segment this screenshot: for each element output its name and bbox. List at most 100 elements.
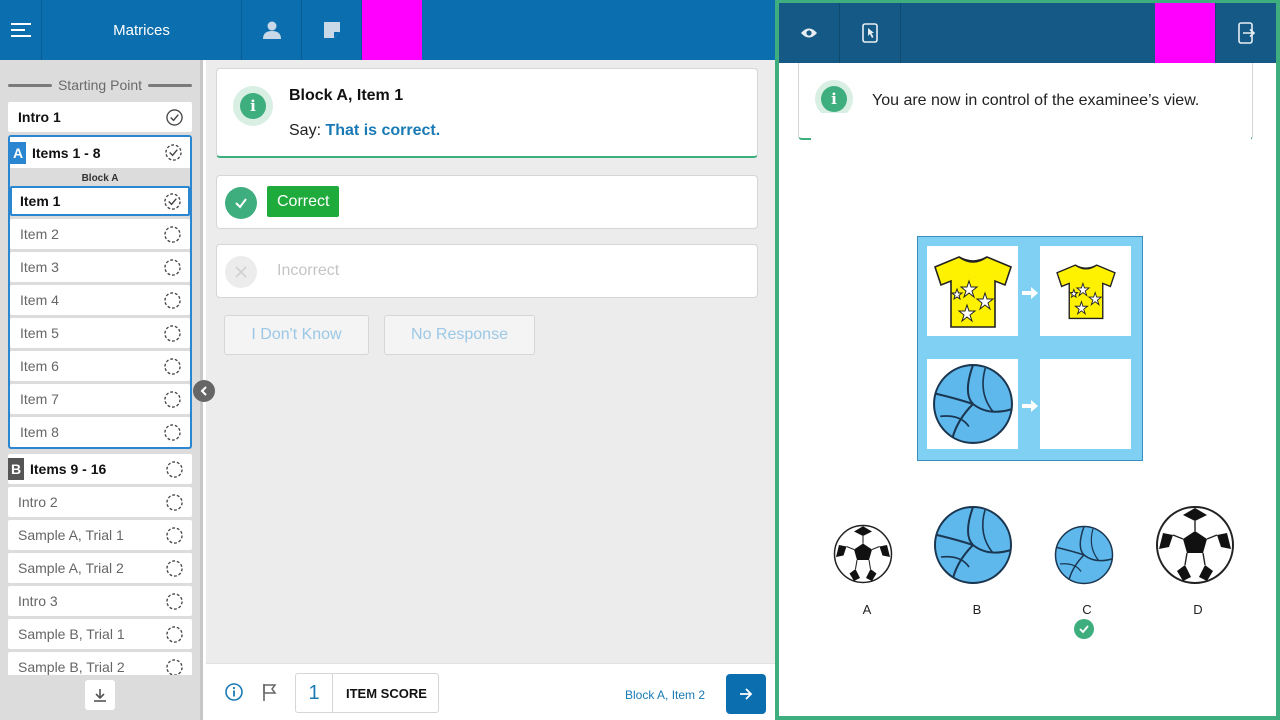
control-notice: i You are now in control of the examinee…: [798, 63, 1253, 141]
sidebar-item-label: Sample B, Trial 2: [18, 659, 125, 675]
block-a-letter: A: [10, 141, 26, 164]
small-star-shirt-image: [1055, 264, 1116, 320]
scoring-footer: 1 ITEM SCORE Block A, Item 2: [206, 663, 775, 720]
say-prefix: Say:: [289, 122, 322, 139]
sidebar-item-intro-1[interactable]: Intro 1: [8, 102, 192, 132]
starting-point-label: Starting Point: [57, 77, 143, 93]
sidebar-item[interactable]: Sample A, Trial 1: [8, 520, 192, 550]
flag-icon[interactable]: [260, 682, 280, 702]
sidebar-item-block-a[interactable]: Item 1: [10, 186, 190, 216]
download-icon: [94, 689, 106, 702]
block-a-header[interactable]: A Items 1 - 8: [10, 137, 190, 168]
item-sidebar: Starting Point Intro 1 A Items 1 - 8 Blo…: [0, 60, 203, 720]
option-b-label: B: [972, 602, 982, 617]
instruction-title: Block A, Item 1: [289, 87, 404, 104]
correct-check-icon: [225, 187, 257, 219]
matrix-cell-answer-blank: [1040, 359, 1131, 449]
dont-know-button[interactable]: I Don't Know: [224, 315, 369, 355]
not-started-icon: [164, 391, 181, 408]
not-started-icon: [166, 560, 183, 577]
download-button[interactable]: [85, 680, 115, 710]
large-star-shirt-image: [933, 256, 1012, 328]
block-b-header[interactable]: B Items 9 - 16: [8, 454, 192, 484]
arrow-right-icon: [740, 688, 753, 700]
incorrect-button[interactable]: Incorrect: [277, 262, 339, 280]
matrix-cell-volleyball: [927, 359, 1018, 449]
sidebar-item-block-a[interactable]: Item 2: [10, 219, 190, 249]
examinee-toolbar: [779, 3, 1276, 63]
collapse-sidebar-button[interactable]: [193, 380, 215, 402]
sidebar-item-label: Item 2: [20, 226, 59, 242]
item-score-value[interactable]: 1: [296, 674, 333, 712]
block-b-letter: B: [8, 458, 24, 480]
starting-point-divider: Starting Point: [8, 60, 192, 102]
arrow-right-icon: [1022, 287, 1038, 299]
option-d-label: D: [1193, 602, 1203, 617]
option-b[interactable]: [933, 505, 1013, 590]
correct-button[interactable]: Correct: [267, 186, 340, 217]
option-c[interactable]: [1054, 525, 1114, 590]
block-a-label: Items 1 - 8: [32, 144, 101, 161]
option-d[interactable]: [1155, 505, 1235, 590]
not-started-icon: [166, 527, 183, 544]
view-toggle-button[interactable]: [779, 3, 840, 63]
sidebar-item[interactable]: Sample B, Trial 1: [8, 619, 192, 649]
chevron-left-icon: [200, 386, 207, 396]
arrow-right-icon: [1022, 400, 1038, 412]
sidebar-item-label: Sample A, Trial 2: [18, 560, 124, 576]
sidebar-item-label: Item 6: [20, 358, 59, 374]
not-started-icon: [166, 461, 183, 478]
menu-button[interactable]: [0, 0, 42, 60]
control-notice-text: You are now in control of the examinee’s…: [872, 92, 1200, 109]
not-started-icon: [164, 424, 181, 441]
in-progress-icon: [165, 144, 182, 161]
option-a[interactable]: [833, 524, 893, 589]
option-a-label: A: [862, 602, 872, 617]
sidebar-item[interactable]: Intro 2: [8, 487, 192, 517]
sidebar-item-label: Sample A, Trial 1: [18, 527, 124, 543]
notes-button[interactable]: [302, 0, 362, 60]
sidebar-item-block-a[interactable]: Item 6: [10, 351, 190, 381]
examinee-info-button[interactable]: [242, 0, 302, 60]
remaining-items: Intro 2 Sample A, Trial 1 Sample A, Trial …: [8, 487, 192, 675]
not-started-icon: [164, 358, 181, 375]
tablet-pointer-icon: [862, 23, 878, 43]
sidebar-item-block-a[interactable]: Item 8: [10, 417, 190, 447]
sidebar-item-block-a[interactable]: Item 4: [10, 285, 190, 315]
selected-answer-check-icon: [1074, 619, 1094, 639]
sidebar-item-block-a[interactable]: Item 7: [10, 384, 190, 414]
control-toggle-button[interactable]: [840, 3, 901, 63]
not-started-icon: [166, 626, 183, 643]
large-soccer-ball-image: [1156, 506, 1234, 584]
next-item-label: Block A, Item 2: [625, 688, 706, 702]
person-icon: [262, 21, 281, 39]
not-started-icon: [164, 259, 181, 276]
sidebar-item-block-a[interactable]: Item 3: [10, 252, 190, 282]
matrix-cell-small-shirt: [1040, 246, 1131, 336]
sidebar-item-label: Item 8: [20, 424, 59, 440]
sidebar-item-label: Intro 2: [18, 494, 58, 510]
not-started-icon: [166, 494, 183, 511]
eye-icon: [801, 28, 817, 38]
incorrect-response-row[interactable]: Incorrect: [216, 244, 758, 298]
sidebar-item-label: Item 4: [20, 292, 59, 308]
info-circle-icon[interactable]: [224, 682, 244, 702]
no-response-button[interactable]: No Response: [384, 315, 535, 355]
note-icon: [323, 22, 340, 38]
block-a-caption: Block A: [10, 168, 190, 186]
sidebar-item-block-a[interactable]: Item 5: [10, 318, 190, 348]
item-score-box[interactable]: 1 ITEM SCORE: [295, 673, 439, 713]
not-started-icon: [164, 325, 181, 342]
exit-examinee-view-button[interactable]: [1215, 3, 1276, 63]
sidebar-item[interactable]: Intro 3: [8, 586, 192, 616]
sidebar-item-label: Intro 1: [18, 109, 61, 125]
sidebar-item[interactable]: Sample A, Trial 2: [8, 553, 192, 583]
next-item-button[interactable]: [726, 674, 766, 714]
sidebar-list[interactable]: Starting Point Intro 1 A Items 1 - 8 Blo…: [0, 60, 200, 675]
info-icon: i: [821, 86, 847, 112]
correct-response-row[interactable]: Correct: [216, 175, 758, 229]
sidebar-item[interactable]: Sample B, Trial 2: [8, 652, 192, 675]
option-c-label: C: [1082, 602, 1092, 617]
menu-icon: [10, 23, 31, 37]
incorrect-x-icon: [225, 256, 257, 288]
